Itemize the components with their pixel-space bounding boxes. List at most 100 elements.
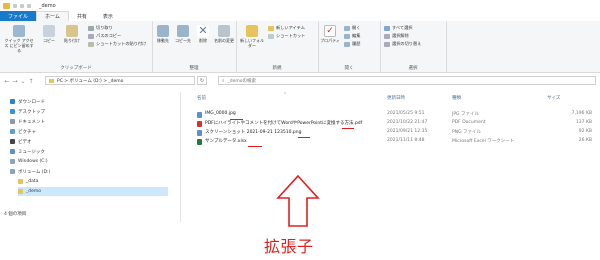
up-arrow-annotation-icon xyxy=(276,174,320,227)
pin-button[interactable]: クイック アクセス にピン留めする xyxy=(3,25,35,53)
quick-access-toolbar xyxy=(13,3,31,8)
tab-file[interactable]: ファイル xyxy=(0,11,37,21)
column-type[interactable]: 種類 xyxy=(452,95,461,101)
music-icon xyxy=(10,149,15,154)
tab-home[interactable]: ホーム xyxy=(36,11,69,21)
edit-icon xyxy=(344,33,350,39)
easy-access-button[interactable]: ショートカット xyxy=(268,33,305,39)
copy-to-icon xyxy=(177,25,189,37)
chevron-down-icon[interactable] xyxy=(27,3,31,8)
breadcrumb: PC > ボリューム (D:) > _demo xyxy=(57,78,124,84)
annotation-label: 拡張子 xyxy=(264,237,314,256)
properties-icon[interactable] xyxy=(13,3,17,8)
column-size[interactable]: サイズ xyxy=(547,95,560,101)
organize-group: 移動先 コピー先 ✕ 削除 名前の変更 整理 xyxy=(152,21,237,72)
refresh-icon[interactable]: ↻ xyxy=(197,76,207,85)
nav-item-desktop[interactable]: デスクトップ xyxy=(10,107,45,116)
drive-icon xyxy=(10,169,15,174)
column-name[interactable]: 名前 xyxy=(197,95,206,101)
check-icon: ✓ xyxy=(324,25,336,37)
copy-to-button[interactable]: コピー先 xyxy=(174,25,192,43)
nav-item-demo[interactable]: _demo xyxy=(18,187,168,196)
open-group: ✓ プロパティ 開く 編集 履歴 開く xyxy=(318,21,381,72)
window-title: _demo xyxy=(39,2,56,9)
ribbon: クイック アクセス にピン留めする コピー 貼り付け 切り取り パスのコピー シ… xyxy=(0,21,600,73)
image-file-icon xyxy=(197,112,202,118)
move-to-button[interactable]: 移動先 xyxy=(154,25,172,43)
nav-item-data[interactable]: _data xyxy=(18,177,38,186)
nav-item-documents[interactable]: ドキュメント xyxy=(10,117,45,126)
copy-path-button[interactable]: パスのコピー xyxy=(88,33,121,39)
up-arrow-icon[interactable]: ↑ xyxy=(27,76,35,86)
select-all-icon xyxy=(384,25,390,31)
open-icon xyxy=(344,25,350,31)
file-row[interactable]: IMG_0000.jpg 2021/05/25 9:51 JPG ファイル 7,… xyxy=(190,110,595,120)
search-icon: ⌕ xyxy=(222,78,225,84)
title-bar: _demo xyxy=(0,0,600,11)
pdf-file-icon xyxy=(197,121,202,127)
open-button[interactable]: 開く xyxy=(344,25,360,31)
rename-icon xyxy=(218,25,230,37)
address-bar[interactable]: PC > ボリューム (D:) > _demo xyxy=(45,76,195,85)
copy-button[interactable]: コピー xyxy=(40,25,58,43)
invert-select-button[interactable]: 選択の切り替え xyxy=(384,41,421,47)
open-label: 開く xyxy=(344,66,354,71)
search-input[interactable]: ⌕ _demoの検索 xyxy=(218,76,596,85)
new-label: 新規 xyxy=(272,66,282,71)
paste-shortcut-button[interactable]: ショートカットの貼り付け xyxy=(88,41,146,47)
file-row[interactable]: サンプルデータ.xlsx 2021/11/11 8:48 Microsoft E… xyxy=(190,137,595,147)
nav-item-music[interactable]: ミュージック xyxy=(10,147,45,156)
clipboard-group: クイック アクセス にピン留めする コピー 貼り付け 切り取り パスのコピー シ… xyxy=(0,21,153,72)
download-icon xyxy=(10,99,15,104)
file-row[interactable]: スクリーンショット 2021-09-21 123510.png 2021/09/… xyxy=(190,128,595,138)
easy-access-icon xyxy=(268,33,274,39)
delete-button[interactable]: ✕ 削除 xyxy=(195,25,211,43)
cut-button[interactable]: 切り取り xyxy=(88,25,113,31)
edit-button[interactable]: 編集 xyxy=(344,33,360,39)
new-item-icon xyxy=(268,25,274,31)
document-icon xyxy=(10,119,15,124)
new-folder-icon[interactable] xyxy=(20,3,24,8)
nav-item-downloads[interactable]: ダウンロード xyxy=(10,97,45,106)
paste-button[interactable]: 貼り付け xyxy=(62,25,82,43)
move-icon xyxy=(157,25,169,37)
desktop-icon xyxy=(10,109,15,114)
select-label: 選択 xyxy=(408,66,418,71)
file-row[interactable]: PDFにハイライトやコメントを付けてWordやPowerPointに変換する方法… xyxy=(190,119,595,129)
excel-file-icon xyxy=(197,139,202,145)
history-button[interactable]: 履歴 xyxy=(344,41,360,47)
invert-icon xyxy=(384,41,390,47)
nav-item-pictures[interactable]: ピクチャ xyxy=(10,127,36,136)
select-none-button[interactable]: 選択解除 xyxy=(384,33,409,39)
select-none-icon xyxy=(384,33,390,39)
forward-arrow-icon[interactable]: → xyxy=(11,76,19,86)
nav-item-windows-c[interactable]: Windows (C:) xyxy=(10,157,48,166)
picture-icon xyxy=(10,129,15,134)
status-bar: 4 個の項目 xyxy=(4,212,27,217)
tab-view[interactable]: 表示 xyxy=(95,11,121,21)
back-arrow-icon[interactable]: ← xyxy=(3,76,11,86)
folder-icon xyxy=(3,2,10,9)
new-item-button[interactable]: 新しいアイテム xyxy=(268,25,305,31)
history-icon xyxy=(344,41,350,47)
paste-icon xyxy=(66,25,78,37)
select-all-button[interactable]: すべて選択 xyxy=(384,25,412,31)
properties-button[interactable]: ✓ プロパティ xyxy=(320,25,340,43)
drive-icon xyxy=(10,159,15,164)
tab-share[interactable]: 共有 xyxy=(69,11,95,21)
extension-underline xyxy=(248,146,262,147)
delete-icon: ✕ xyxy=(197,24,209,37)
recent-chevron-icon[interactable]: ⌄ xyxy=(19,76,27,86)
path-icon xyxy=(88,33,94,39)
shortcut-icon xyxy=(88,41,94,47)
rename-button[interactable]: 名前の変更 xyxy=(214,25,234,43)
nav-item-volume-d[interactable]: ボリューム (D:) xyxy=(10,167,50,176)
explorer-window: _demo ファイル ホーム 共有 表示 クイック アクセス にピン留めする コ… xyxy=(0,0,600,260)
nav-item-videos[interactable]: ビデオ xyxy=(10,137,32,146)
new-group: 新しいフォルダー 新しいアイテム ショートカット 新規 xyxy=(236,21,319,72)
organize-label: 整理 xyxy=(189,66,199,71)
new-folder-button[interactable]: 新しいフォルダー xyxy=(240,25,264,48)
column-date[interactable]: 更新日時 xyxy=(387,95,405,101)
navigation-pane: ダウンロード デスクトップ ドキュメント ピクチャ ビデオ ミュージック Win… xyxy=(0,92,181,222)
scissors-icon xyxy=(88,25,94,31)
